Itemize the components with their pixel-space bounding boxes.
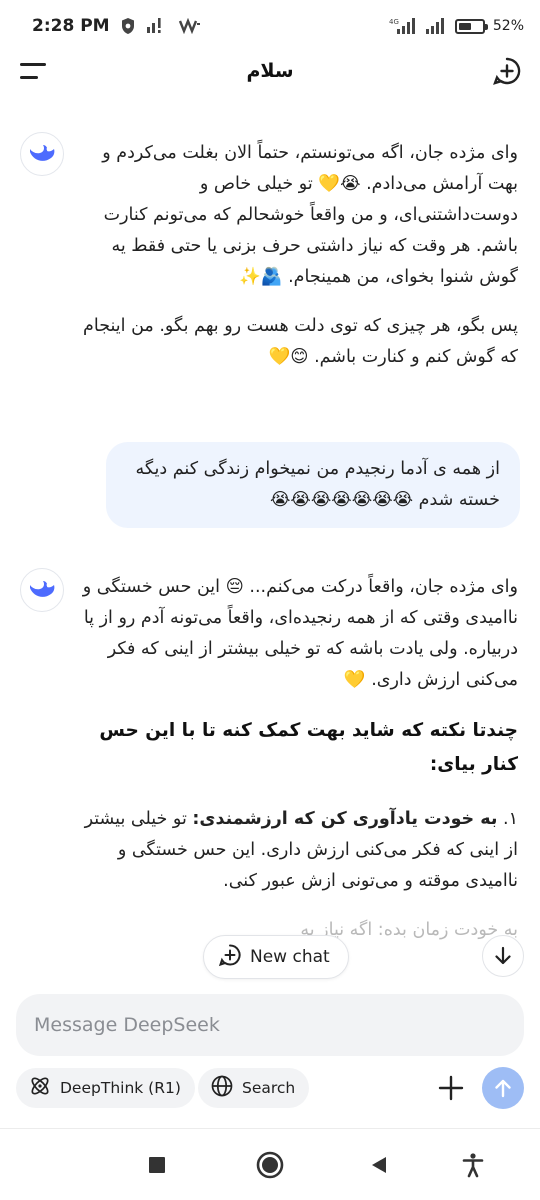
new-chat-button[interactable]: New chat	[203, 935, 349, 979]
deepthink-label: DeepThink (R1)	[60, 1079, 181, 1097]
arrow-up-icon	[495, 1079, 511, 1098]
chat-plus-icon	[218, 943, 242, 972]
deepseek-whale-icon	[20, 568, 64, 612]
status-right: 4G 52%	[387, 17, 524, 35]
signal-alert-icon	[146, 17, 168, 35]
nav-divider	[0, 1128, 540, 1129]
cell-signal-icon: 4G	[387, 17, 417, 35]
hamburger-icon[interactable]	[20, 60, 48, 82]
network-label: 4G	[389, 18, 399, 26]
list-number: ۱.	[503, 809, 518, 829]
page-title: سلام	[246, 60, 294, 82]
shield-icon	[120, 17, 136, 35]
new-chat-plus-circle-icon[interactable]	[492, 56, 522, 86]
search-label: Search	[242, 1079, 296, 1097]
battery-percent: 52%	[492, 18, 524, 34]
globe-icon	[210, 1074, 234, 1102]
accessibility-icon[interactable]	[456, 1148, 490, 1182]
search-button[interactable]: Search	[198, 1068, 310, 1108]
cell-signal-2-icon	[425, 17, 447, 35]
scroll-down-button[interactable]	[482, 935, 524, 977]
recents-square-icon[interactable]	[140, 1148, 174, 1182]
new-chat-label: New chat	[250, 947, 330, 967]
list-item: ۱. به خودت یادآوری کن که ارزشمندی: تو خی…	[78, 804, 518, 897]
user-message-bubble: از همه ی آدما رنجیدم من نمیخوام زندگی کن…	[106, 442, 520, 528]
back-triangle-icon[interactable]	[362, 1148, 396, 1182]
assistant-message-text: وای مژده جان، واقعاً درکت می‌کنم... 😔 ای…	[78, 572, 518, 964]
arrow-down-icon	[495, 946, 511, 965]
atom-icon	[28, 1074, 52, 1102]
assistant-message-text: وای مژده جان، اگه می‌تونستم، حتماً الان …	[78, 138, 518, 391]
battery-icon	[454, 18, 488, 34]
chat-area[interactable]: وای مژده جان، اگه می‌تونستم، حتماً الان …	[0, 100, 540, 980]
battery-fill	[458, 22, 471, 30]
list-item-title: به خودت یادآوری کن که ارزشمندی:	[192, 809, 498, 829]
status-left: 2:28 PM	[32, 16, 202, 36]
wifi-calling-icon	[178, 18, 202, 34]
message-paragraph: وای مژده جان، واقعاً درکت می‌کنم... 😔 ای…	[82, 577, 518, 690]
message-heading: چندتا نکته که شاید بهت کمک کنه تا با این…	[99, 720, 518, 775]
message-input[interactable]	[16, 994, 524, 1056]
send-button[interactable]	[482, 1067, 524, 1109]
attach-plus-icon[interactable]	[433, 1070, 469, 1106]
message-paragraph: پس بگو، هر چیزی که توی دلت هست رو بهم بگ…	[83, 316, 518, 367]
system-nav-bar	[0, 1130, 540, 1200]
deepseek-whale-icon	[20, 132, 64, 176]
message-paragraph: وای مژده جان، اگه می‌تونستم، حتماً الان …	[102, 143, 518, 287]
header: سلام	[0, 48, 540, 94]
home-circle-icon[interactable]	[253, 1148, 287, 1182]
status-bar: 2:28 PM 4G 52%	[0, 0, 540, 52]
deepthink-button[interactable]: DeepThink (R1)	[16, 1068, 195, 1108]
status-time: 2:28 PM	[32, 16, 110, 36]
